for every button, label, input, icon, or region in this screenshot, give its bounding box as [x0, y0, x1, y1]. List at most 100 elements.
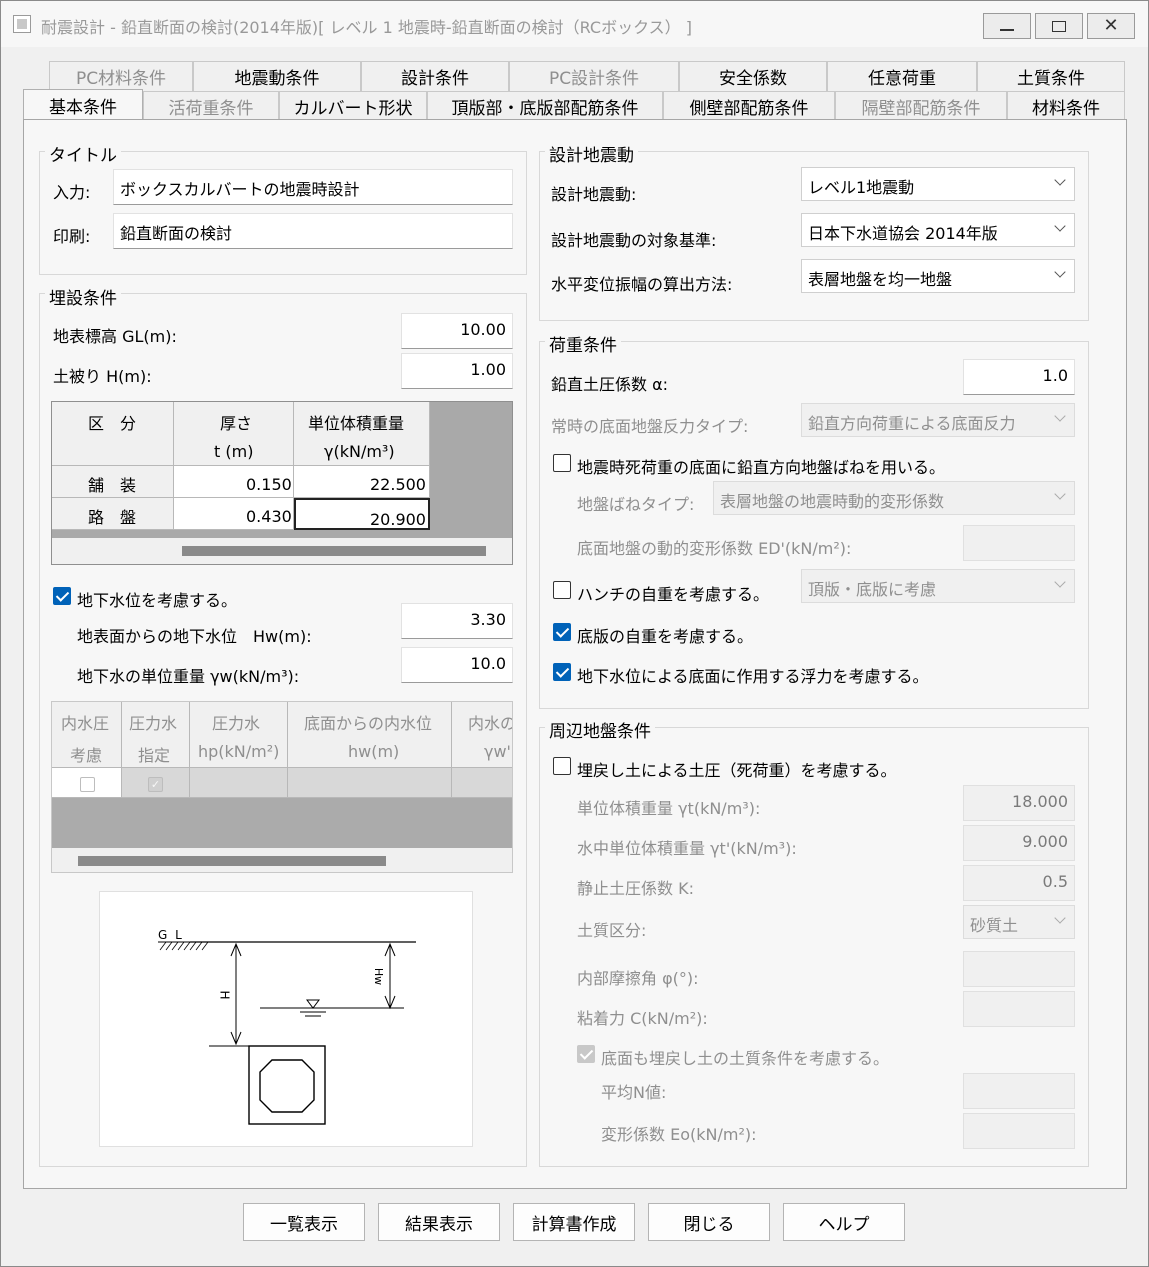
haunch-checkbox[interactable] [553, 581, 571, 599]
create-report-button[interactable]: 計算書作成 [513, 1203, 635, 1241]
reaction-type-value: 鉛直方向荷重による底面反力 [808, 414, 1016, 433]
title-print-field[interactable]: 鉛直断面の検討 [113, 213, 513, 249]
gamma-sub-input: 9.000 [963, 825, 1075, 861]
inner-header-3b: hp(kN/m²) [198, 742, 280, 761]
dialog-window: 耐震設計 - 鉛直断面の検討(2014年版)[ レベル 1 地震時-鉛直断面の検… [0, 0, 1149, 1267]
bottom-weight-checkbox[interactable] [553, 623, 571, 641]
burial-group-label: 埋設条件 [45, 284, 121, 309]
seismic-spring-check-label: 地震時死荷重の底面に鉛直方向地盤ばねを用いる。 [577, 458, 946, 477]
tab-soil-conditions[interactable]: 土質条件 [977, 61, 1125, 91]
soil-type-value: 砂質土 [970, 916, 1019, 935]
gw-level-input[interactable]: 3.30 [401, 603, 513, 639]
help-button[interactable]: ヘルプ [783, 1203, 905, 1241]
cover-label: 土被り H(m): [53, 367, 152, 386]
title-input-field[interactable]: ボックスカルバートの地震時設計 [113, 169, 513, 205]
inner-table-scrollbar[interactable] [52, 848, 512, 872]
row-name: 舗 装 [88, 476, 137, 495]
seismic-motion-value: レベル1地震動 [808, 178, 915, 197]
reaction-type-label: 常時の底面地盤反力タイプ: [551, 417, 749, 436]
tab-top-bottom-rebar[interactable]: 頂版部・底版部配筋条件 [427, 91, 663, 121]
close-button[interactable]: 閉じる [648, 1203, 770, 1241]
tab-side-wall-rebar[interactable]: 側壁部配筋条件 [663, 91, 835, 121]
maximize-icon [1052, 20, 1066, 32]
seismic-standard-select[interactable]: 日本下水道協会 2014年版 [801, 213, 1075, 247]
gw-level-label: 地表面からの地下水位 Hw(m): [77, 627, 312, 646]
gl-input[interactable]: 10.00 [401, 313, 513, 349]
gw-weight-input[interactable]: 10.0 [401, 647, 513, 683]
list-view-button[interactable]: 一覧表示 [243, 1203, 365, 1241]
tab-material-conditions[interactable]: 材料条件 [1007, 91, 1125, 121]
tab-arbitrary-load[interactable]: 任意荷重 [827, 61, 977, 91]
buoyancy-checkbox[interactable] [553, 663, 571, 681]
chevron-down-icon [1054, 576, 1066, 588]
seismic-method-value: 表層地盤を均一地盤 [808, 270, 953, 289]
result-view-button[interactable]: 結果表示 [378, 1203, 500, 1241]
title-print-label: 印刷: [53, 227, 91, 246]
seismic-method-label: 水平変位振幅の算出方法: [551, 275, 733, 294]
ground-group-label: 周辺地盤条件 [545, 717, 655, 742]
table-cell [190, 768, 288, 798]
soil-type-label: 土質区分: [577, 921, 647, 940]
close-window-button[interactable]: ✕ [1087, 13, 1135, 39]
tab-safety-factor[interactable]: 安全係数 [679, 61, 827, 91]
scrollbar-thumb[interactable] [78, 856, 386, 866]
c-label: 粘着力 C(kN/m²): [577, 1009, 708, 1028]
seismic-standard-label: 設計地震動の対象基準: [551, 231, 717, 250]
culvert-diagram: G L H Hw [99, 891, 473, 1147]
ed-label: 底面地盤の動的変形係数 ED'(kN/m²): [577, 539, 852, 558]
title-input-label: 入力: [53, 183, 91, 202]
haunch-value: 頂版・底版に考慮 [808, 580, 937, 599]
tab-pc-material: PC材料条件 [49, 61, 193, 91]
header-weight-unit: γ(kN/m³) [324, 442, 395, 461]
seismic-method-select[interactable]: 表層地盤を均一地盤 [801, 259, 1075, 293]
row-weight: 22.500 [370, 475, 426, 494]
header-thickness: 厚さ [220, 414, 253, 433]
eo-input [963, 1113, 1075, 1149]
tab-culvert-shape[interactable]: カルバート形状 [279, 91, 427, 121]
soil-type-select: 砂質土 [963, 905, 1075, 939]
tab-basic-conditions[interactable]: 基本条件 [23, 89, 143, 121]
n-input [963, 1073, 1075, 1109]
tab-partition-rebar: 隔壁部配筋条件 [835, 91, 1007, 121]
header-weight: 単位体積重量 [308, 414, 405, 433]
close-icon: ✕ [1103, 15, 1119, 36]
table-scrollbar[interactable] [52, 538, 512, 564]
cover-input[interactable]: 1.00 [401, 353, 513, 389]
inner-header-2b: 指定 [138, 746, 171, 765]
bottom-backfill-check-label: 底面も埋戻し土の土質条件を考慮する。 [601, 1049, 890, 1068]
backfill-checkbox[interactable] [553, 757, 571, 775]
load-group-label: 荷重条件 [545, 331, 621, 356]
bottom-weight-check-label: 底版の自重を考慮する。 [577, 627, 754, 646]
maximize-button[interactable] [1035, 13, 1083, 39]
row-thickness: 0.150 [246, 475, 292, 494]
tab-pc-design: PC設計条件 [509, 61, 679, 91]
table-cell [288, 768, 452, 798]
culvert-diagram-svg [158, 941, 416, 1125]
gamma-input: 18.000 [963, 785, 1075, 821]
spring-type-label: 地盤ばねタイプ: [577, 495, 695, 514]
inner-header-2a: 圧力水 [129, 714, 178, 733]
inner-header-4a: 底面からの内水位 [304, 714, 433, 733]
minimize-button[interactable] [983, 13, 1031, 39]
tab-design-conditions[interactable]: 設計条件 [361, 61, 509, 91]
ed-input [963, 525, 1075, 561]
spring-type-select: 表層地盤の地震時動的変形係数 [713, 481, 1075, 515]
scrollbar-thumb[interactable] [182, 546, 486, 556]
diagram-gl-label: G L [158, 928, 184, 942]
reaction-type-select: 鉛直方向荷重による底面反力 [801, 403, 1075, 437]
groundwater-checkbox[interactable] [53, 587, 71, 605]
alpha-label: 鉛直土圧係数 α: [551, 375, 669, 394]
gw-weight-label: 地下水の単位重量 γw(kN/m³): [77, 667, 300, 686]
eo-label: 変形係数 Eo(kN/m²): [601, 1125, 757, 1144]
title-group-label: タイトル [45, 141, 121, 166]
alpha-input[interactable]: 1.0 [963, 359, 1075, 395]
haunch-select: 頂版・底版に考慮 [801, 569, 1075, 603]
backfill-check-label: 埋戻し土による土圧（死荷重）を考慮する。 [577, 761, 897, 780]
pressure-water-checkbox: ✓ [148, 777, 163, 792]
tab-seismic-motion[interactable]: 地震動条件 [193, 61, 361, 91]
k-label: 静止土圧係数 K: [577, 879, 694, 898]
chevron-down-icon [1054, 220, 1066, 232]
bottom-backfill-checkbox [577, 1045, 595, 1063]
seismic-motion-select[interactable]: レベル1地震動 [801, 167, 1075, 201]
seismic-spring-checkbox[interactable] [553, 454, 571, 472]
